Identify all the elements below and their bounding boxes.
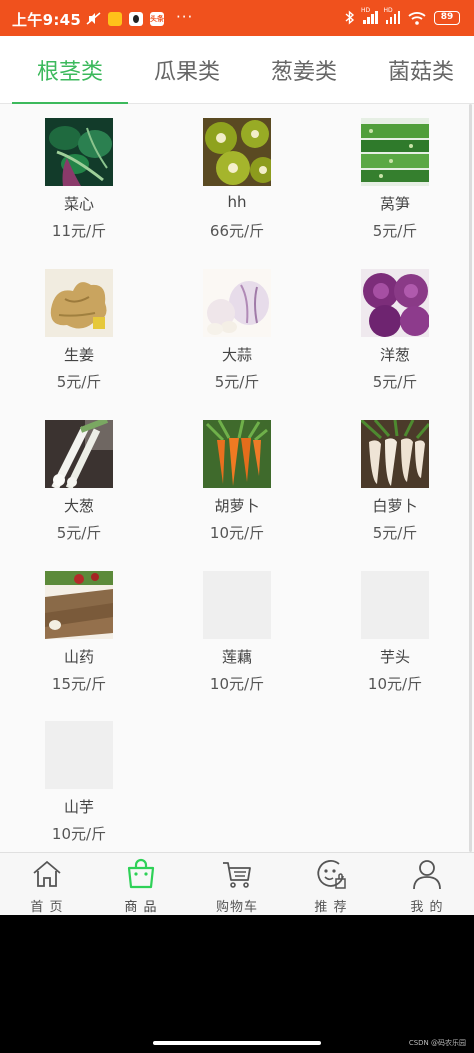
product-price: 5元/斤: [56, 524, 102, 542]
product-image-choy-sum: [45, 118, 113, 186]
tab-onion-ginger[interactable]: 葱姜类: [245, 54, 363, 86]
scrollbar[interactable]: [469, 104, 472, 852]
product-name: 菜心: [63, 195, 94, 213]
product-name: 大蒜: [221, 346, 252, 364]
product-card[interactable]: 山芋 10元/斤: [0, 707, 158, 852]
nav-label: 我 的: [410, 900, 444, 915]
nav-label: 首 页: [30, 900, 64, 915]
product-price: 5元/斤: [372, 524, 418, 542]
product-name: 莴笋: [379, 195, 410, 213]
tab-melons-fruits[interactable]: 瓜果类: [128, 54, 246, 86]
nav-profile[interactable]: 我 的: [380, 853, 474, 916]
product-price: 10元/斤: [209, 675, 265, 693]
nav-cart[interactable]: 购物车: [190, 853, 284, 916]
mute-icon: [86, 12, 101, 25]
nav-recommend[interactable]: 推 荐: [284, 853, 378, 916]
notification-app-icon: [108, 11, 122, 26]
product-price: 10元/斤: [367, 675, 423, 693]
product-card[interactable]: 莲藕 10元/斤: [158, 557, 316, 707]
home-icon: [33, 860, 61, 887]
product-card[interactable]: 莴笋 5元/斤: [316, 104, 474, 254]
recommend-icon: [317, 860, 346, 889]
product-name: 大葱: [63, 497, 94, 515]
status-notification-icons: 头条: [86, 11, 164, 26]
product-grid: 菜心 11元/斤 hh 66元/斤 莴笋 5元/斤 生姜 5元/斤 大蒜 5元/…: [0, 104, 474, 852]
status-bar: 上午9:45 头条 ··· HD HD 89: [0, 0, 474, 36]
product-name: 胡萝卜: [214, 497, 260, 515]
toutiao-icon: 头条: [150, 11, 164, 26]
product-price: 5元/斤: [56, 373, 102, 391]
product-card[interactable]: 菜心 11元/斤: [0, 104, 158, 254]
product-name: 白萝卜: [372, 497, 418, 515]
cart-icon: [223, 862, 251, 888]
product-image-scallion: [45, 420, 113, 488]
product-image-ginger: [45, 269, 113, 337]
product-price: 66元/斤: [209, 222, 265, 240]
wifi-icon: [408, 11, 426, 25]
nav-label: 推 荐: [314, 900, 348, 915]
product-image-placeholder: [361, 571, 429, 639]
product-card[interactable]: 山药 15元/斤: [0, 557, 158, 707]
product-image-kiwi: [203, 118, 271, 186]
product-price: 10元/斤: [51, 825, 107, 843]
product-name: 生姜: [63, 346, 94, 364]
shopping-bag-icon: [127, 858, 155, 889]
product-price: 15元/斤: [51, 675, 107, 693]
nav-label: 商 品: [124, 900, 158, 915]
product-name: 莲藕: [221, 648, 252, 666]
product-card[interactable]: 大蒜 5元/斤: [158, 255, 316, 405]
product-name: hh: [227, 193, 247, 211]
qq-icon: [129, 11, 143, 26]
product-card[interactable]: 白萝卜 5元/斤: [316, 406, 474, 556]
product-price: 10元/斤: [209, 524, 265, 542]
product-name: 洋葱: [379, 346, 410, 364]
product-image-placeholder: [45, 721, 113, 789]
product-card[interactable]: 洋葱 5元/斤: [316, 255, 474, 405]
bluetooth-icon: [345, 10, 355, 25]
product-price: 5元/斤: [214, 373, 260, 391]
tab-mushrooms[interactable]: 菌菇类: [362, 54, 474, 86]
product-image-carrot: [203, 420, 271, 488]
product-price: 5元/斤: [372, 373, 418, 391]
category-tabs: 根茎类 瓜果类 葱姜类 菌菇类: [0, 36, 474, 104]
product-name: 山药: [63, 648, 94, 666]
product-card[interactable]: 大葱 5元/斤: [0, 406, 158, 556]
product-image-yam: [45, 571, 113, 639]
user-icon: [413, 860, 441, 890]
nav-products[interactable]: 商 品: [94, 853, 188, 916]
signal-icon-2: HD: [384, 7, 400, 24]
product-price: 5元/斤: [372, 222, 418, 240]
signal-icon: HD: [361, 7, 378, 24]
watermark: CSDN @码农乐园: [408, 1039, 466, 1047]
product-name: 芋头: [379, 648, 410, 666]
tab-root-vegetables[interactable]: 根茎类: [11, 54, 129, 86]
product-card[interactable]: 生姜 5元/斤: [0, 255, 158, 405]
product-card[interactable]: 芋头 10元/斤: [316, 557, 474, 707]
status-system-icons: HD HD 89: [345, 7, 460, 25]
product-name: 山芋: [63, 798, 94, 816]
product-card[interactable]: 胡萝卜 10元/斤: [158, 406, 316, 556]
home-gesture-bar[interactable]: [153, 1041, 321, 1045]
bottom-navigation: 首 页 商 品 购物车 推 荐 我 的: [0, 852, 474, 915]
product-card[interactable]: hh 66元/斤: [158, 104, 316, 254]
system-navigation-area: [0, 915, 474, 1053]
product-image-placeholder: [203, 571, 271, 639]
product-price: 11元/斤: [51, 222, 107, 240]
product-image-white-radish: [361, 420, 429, 488]
product-image-onion: [361, 269, 429, 337]
nav-label: 购物车: [215, 900, 258, 915]
battery-icon: 89: [434, 10, 460, 25]
nav-home[interactable]: 首 页: [0, 853, 94, 916]
more-notifications-icon: ···: [176, 8, 194, 26]
product-image-garlic: [203, 269, 271, 337]
status-time: 上午9:45: [12, 11, 82, 29]
product-image-lettuce-stem: [361, 118, 429, 186]
